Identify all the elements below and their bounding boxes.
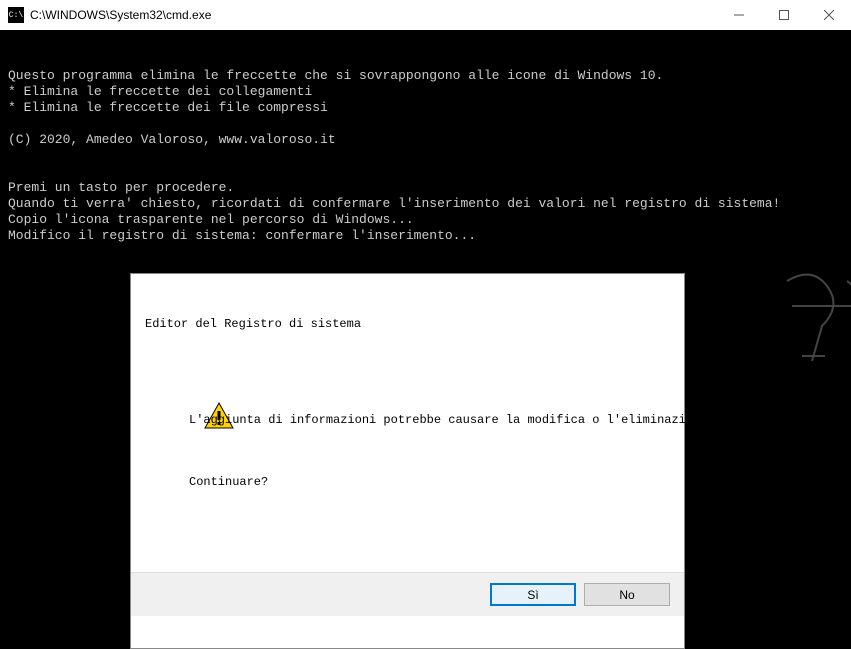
console-line: * Elimina le freccette dei collegamenti	[8, 84, 312, 99]
console-output: Questo programma elimina le freccette ch…	[0, 30, 851, 503]
window-titlebar: C:\ C:\WINDOWS\System32\cmd.exe	[0, 0, 851, 30]
window-title: C:\WINDOWS\System32\cmd.exe	[30, 8, 716, 22]
watermark-logo	[736, 245, 836, 365]
dialog-footer: Sì No	[131, 572, 684, 616]
warning-icon	[145, 384, 177, 416]
minimize-button[interactable]	[716, 0, 761, 30]
dialog-title: Editor del Registro di sistema	[131, 306, 684, 340]
console-line: * Elimina le freccette dei file compress…	[8, 100, 328, 115]
console-line: (C) 2020, Amedeo Valoroso, www.valoroso.…	[8, 132, 336, 147]
console-line: Copio l'icona trasparente nel percorso d…	[8, 212, 414, 227]
console-line: Questo programma elimina le freccette ch…	[8, 68, 663, 83]
no-button[interactable]: No	[584, 583, 670, 606]
window-controls	[716, 0, 851, 30]
registry-editor-dialog: Editor del Registro di sistema L'aggiunt…	[130, 273, 685, 649]
console-line: Quando ti verra' chiesto, ricordati di c…	[8, 196, 780, 211]
console-line: Modifico il registro di sistema: conferm…	[8, 228, 476, 243]
dialog-message: L'aggiunta di informazioni potrebbe caus…	[189, 412, 851, 428]
yes-button[interactable]: Sì	[490, 583, 576, 606]
dialog-question: Continuare?	[189, 474, 851, 490]
dialog-body: L'aggiunta di informazioni potrebbe caus…	[131, 372, 684, 540]
console-line: Premi un tasto per procedere.	[8, 180, 234, 195]
close-button[interactable]	[806, 0, 851, 30]
maximize-button[interactable]	[761, 0, 806, 30]
cmd-icon: C:\	[8, 7, 24, 23]
dialog-text: L'aggiunta di informazioni potrebbe caus…	[189, 380, 851, 522]
